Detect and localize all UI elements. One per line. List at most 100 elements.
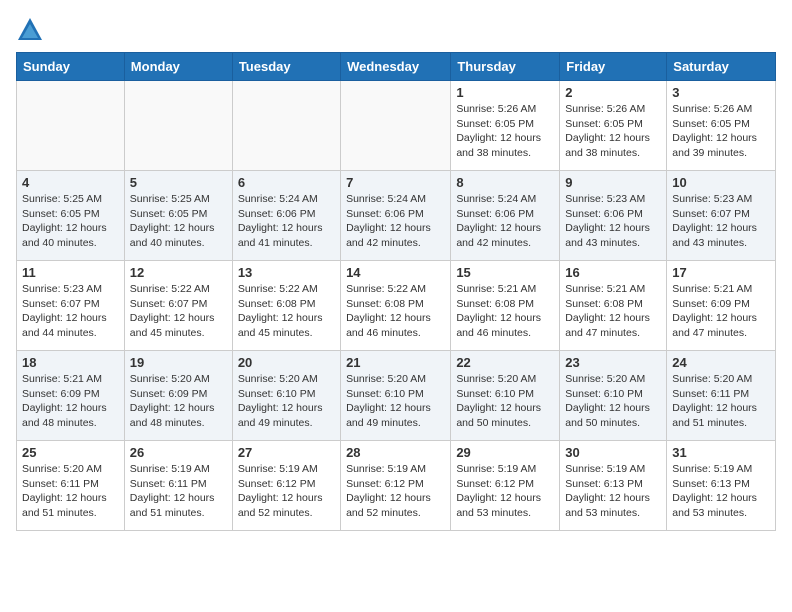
day-number: 29 (456, 445, 554, 460)
day-info: Sunrise: 5:25 AM Sunset: 6:05 PM Dayligh… (130, 192, 227, 251)
calendar-cell: 8 Sunrise: 5:24 AM Sunset: 6:06 PM Daylig… (451, 171, 560, 261)
calendar-cell (341, 81, 451, 171)
day-number: 23 (565, 355, 661, 370)
calendar-cell: 12 Sunrise: 5:22 AM Sunset: 6:07 PM Dayli… (124, 261, 232, 351)
calendar-cell: 15 Sunrise: 5:21 AM Sunset: 6:08 PM Dayli… (451, 261, 560, 351)
day-number: 3 (672, 85, 770, 100)
day-number: 6 (238, 175, 335, 190)
day-number: 1 (456, 85, 554, 100)
day-info: Sunrise: 5:23 AM Sunset: 6:07 PM Dayligh… (672, 192, 770, 251)
day-number: 13 (238, 265, 335, 280)
day-info: Sunrise: 5:21 AM Sunset: 6:08 PM Dayligh… (565, 282, 661, 341)
day-number: 18 (22, 355, 119, 370)
day-number: 19 (130, 355, 227, 370)
day-info: Sunrise: 5:20 AM Sunset: 6:10 PM Dayligh… (565, 372, 661, 431)
calendar-row-2: 4 Sunrise: 5:25 AM Sunset: 6:05 PM Daylig… (17, 171, 776, 261)
day-number: 30 (565, 445, 661, 460)
day-info: Sunrise: 5:21 AM Sunset: 6:08 PM Dayligh… (456, 282, 554, 341)
day-number: 7 (346, 175, 445, 190)
day-number: 27 (238, 445, 335, 460)
day-info: Sunrise: 5:20 AM Sunset: 6:10 PM Dayligh… (238, 372, 335, 431)
calendar-cell: 25Sunrise: 5:20 AM Sunset: 6:11 PM Dayli… (17, 441, 125, 531)
day-number: 5 (130, 175, 227, 190)
day-info: Sunrise: 5:19 AM Sunset: 6:12 PM Dayligh… (346, 462, 445, 521)
col-header-monday: Monday (124, 53, 232, 81)
calendar-cell: 18 Sunrise: 5:21 AM Sunset: 6:09 PM Dayli… (17, 351, 125, 441)
day-info: Sunrise: 5:21 AM Sunset: 6:09 PM Dayligh… (672, 282, 770, 341)
calendar-cell (124, 81, 232, 171)
calendar: SundayMondayTuesdayWednesdayThursdayFrid… (16, 52, 776, 531)
day-info: Sunrise: 5:20 AM Sunset: 6:10 PM Dayligh… (456, 372, 554, 431)
day-number: 8 (456, 175, 554, 190)
calendar-cell: 28 Sunrise: 5:19 AM Sunset: 6:12 PM Dayli… (341, 441, 451, 531)
day-info: Sunrise: 5:26 AM Sunset: 6:05 PM Dayligh… (672, 102, 770, 161)
col-header-wednesday: Wednesday (341, 53, 451, 81)
logo (16, 16, 48, 44)
day-info: Sunrise: 5:22 AM Sunset: 6:07 PM Dayligh… (130, 282, 227, 341)
col-header-thursday: Thursday (451, 53, 560, 81)
day-number: 9 (565, 175, 661, 190)
day-info: Sunrise: 5:20 AM Sunset: 6:11 PM Dayligh… (672, 372, 770, 431)
day-info: Sunrise: 5:19 AM Sunset: 6:11 PM Dayligh… (130, 462, 227, 521)
calendar-cell: 3 Sunrise: 5:26 AM Sunset: 6:05 PM Daylig… (667, 81, 776, 171)
calendar-cell: 11Sunrise: 5:23 AM Sunset: 6:07 PM Dayli… (17, 261, 125, 351)
day-info: Sunrise: 5:19 AM Sunset: 6:12 PM Dayligh… (456, 462, 554, 521)
day-number: 24 (672, 355, 770, 370)
calendar-cell: 16 Sunrise: 5:21 AM Sunset: 6:08 PM Dayli… (560, 261, 667, 351)
day-number: 28 (346, 445, 445, 460)
calendar-row-3: 11Sunrise: 5:23 AM Sunset: 6:07 PM Dayli… (17, 261, 776, 351)
day-number: 15 (456, 265, 554, 280)
col-header-tuesday: Tuesday (232, 53, 340, 81)
day-number: 12 (130, 265, 227, 280)
day-info: Sunrise: 5:20 AM Sunset: 6:09 PM Dayligh… (130, 372, 227, 431)
calendar-cell: 22Sunrise: 5:20 AM Sunset: 6:10 PM Dayli… (451, 351, 560, 441)
calendar-cell: 23 Sunrise: 5:20 AM Sunset: 6:10 PM Dayli… (560, 351, 667, 441)
calendar-cell: 29 Sunrise: 5:19 AM Sunset: 6:12 PM Dayli… (451, 441, 560, 531)
day-info: Sunrise: 5:20 AM Sunset: 6:11 PM Dayligh… (22, 462, 119, 521)
day-number: 26 (130, 445, 227, 460)
calendar-cell: 4Sunrise: 5:25 AM Sunset: 6:05 PM Daylig… (17, 171, 125, 261)
calendar-cell: 7 Sunrise: 5:24 AM Sunset: 6:06 PM Daylig… (341, 171, 451, 261)
day-info: Sunrise: 5:23 AM Sunset: 6:07 PM Dayligh… (22, 282, 119, 341)
calendar-cell: 14 Sunrise: 5:22 AM Sunset: 6:08 PM Dayli… (341, 261, 451, 351)
day-info: Sunrise: 5:23 AM Sunset: 6:06 PM Dayligh… (565, 192, 661, 251)
logo-icon (16, 16, 44, 44)
calendar-cell: 6 Sunrise: 5:24 AM Sunset: 6:06 PM Daylig… (232, 171, 340, 261)
day-number: 21 (346, 355, 445, 370)
calendar-cell: 31 Sunrise: 5:19 AM Sunset: 6:13 PM Dayli… (667, 441, 776, 531)
calendar-cell: 20 Sunrise: 5:20 AM Sunset: 6:10 PM Dayli… (232, 351, 340, 441)
day-number: 16 (565, 265, 661, 280)
day-info: Sunrise: 5:24 AM Sunset: 6:06 PM Dayligh… (346, 192, 445, 251)
col-header-sunday: Sunday (17, 53, 125, 81)
day-info: Sunrise: 5:22 AM Sunset: 6:08 PM Dayligh… (238, 282, 335, 341)
day-number: 4 (22, 175, 119, 190)
day-info: Sunrise: 5:21 AM Sunset: 6:09 PM Dayligh… (22, 372, 119, 431)
calendar-cell: 27 Sunrise: 5:19 AM Sunset: 6:12 PM Dayli… (232, 441, 340, 531)
day-info: Sunrise: 5:19 AM Sunset: 6:13 PM Dayligh… (672, 462, 770, 521)
day-info: Sunrise: 5:19 AM Sunset: 6:12 PM Dayligh… (238, 462, 335, 521)
calendar-cell: 2 Sunrise: 5:26 AM Sunset: 6:05 PM Daylig… (560, 81, 667, 171)
calendar-cell: 19 Sunrise: 5:20 AM Sunset: 6:09 PM Dayli… (124, 351, 232, 441)
calendar-cell: 21Sunrise: 5:20 AM Sunset: 6:10 PM Dayli… (341, 351, 451, 441)
calendar-cell: 26 Sunrise: 5:19 AM Sunset: 6:11 PM Dayli… (124, 441, 232, 531)
day-info: Sunrise: 5:19 AM Sunset: 6:13 PM Dayligh… (565, 462, 661, 521)
calendar-cell: 9 Sunrise: 5:23 AM Sunset: 6:06 PM Daylig… (560, 171, 667, 261)
calendar-cell: 1 Sunrise: 5:26 AM Sunset: 6:05 PM Daylig… (451, 81, 560, 171)
calendar-cell: 5 Sunrise: 5:25 AM Sunset: 6:05 PM Daylig… (124, 171, 232, 261)
day-number: 31 (672, 445, 770, 460)
calendar-header-row: SundayMondayTuesdayWednesdayThursdayFrid… (17, 53, 776, 81)
calendar-cell: 30 Sunrise: 5:19 AM Sunset: 6:13 PM Dayli… (560, 441, 667, 531)
day-number: 20 (238, 355, 335, 370)
day-info: Sunrise: 5:24 AM Sunset: 6:06 PM Dayligh… (238, 192, 335, 251)
calendar-row-1: 1 Sunrise: 5:26 AM Sunset: 6:05 PM Daylig… (17, 81, 776, 171)
day-number: 14 (346, 265, 445, 280)
day-info: Sunrise: 5:22 AM Sunset: 6:08 PM Dayligh… (346, 282, 445, 341)
page-header (16, 16, 776, 44)
day-info: Sunrise: 5:26 AM Sunset: 6:05 PM Dayligh… (565, 102, 661, 161)
day-info: Sunrise: 5:24 AM Sunset: 6:06 PM Dayligh… (456, 192, 554, 251)
day-info: Sunrise: 5:26 AM Sunset: 6:05 PM Dayligh… (456, 102, 554, 161)
calendar-cell: 10 Sunrise: 5:23 AM Sunset: 6:07 PM Dayli… (667, 171, 776, 261)
day-number: 10 (672, 175, 770, 190)
calendar-cell (17, 81, 125, 171)
day-number: 2 (565, 85, 661, 100)
